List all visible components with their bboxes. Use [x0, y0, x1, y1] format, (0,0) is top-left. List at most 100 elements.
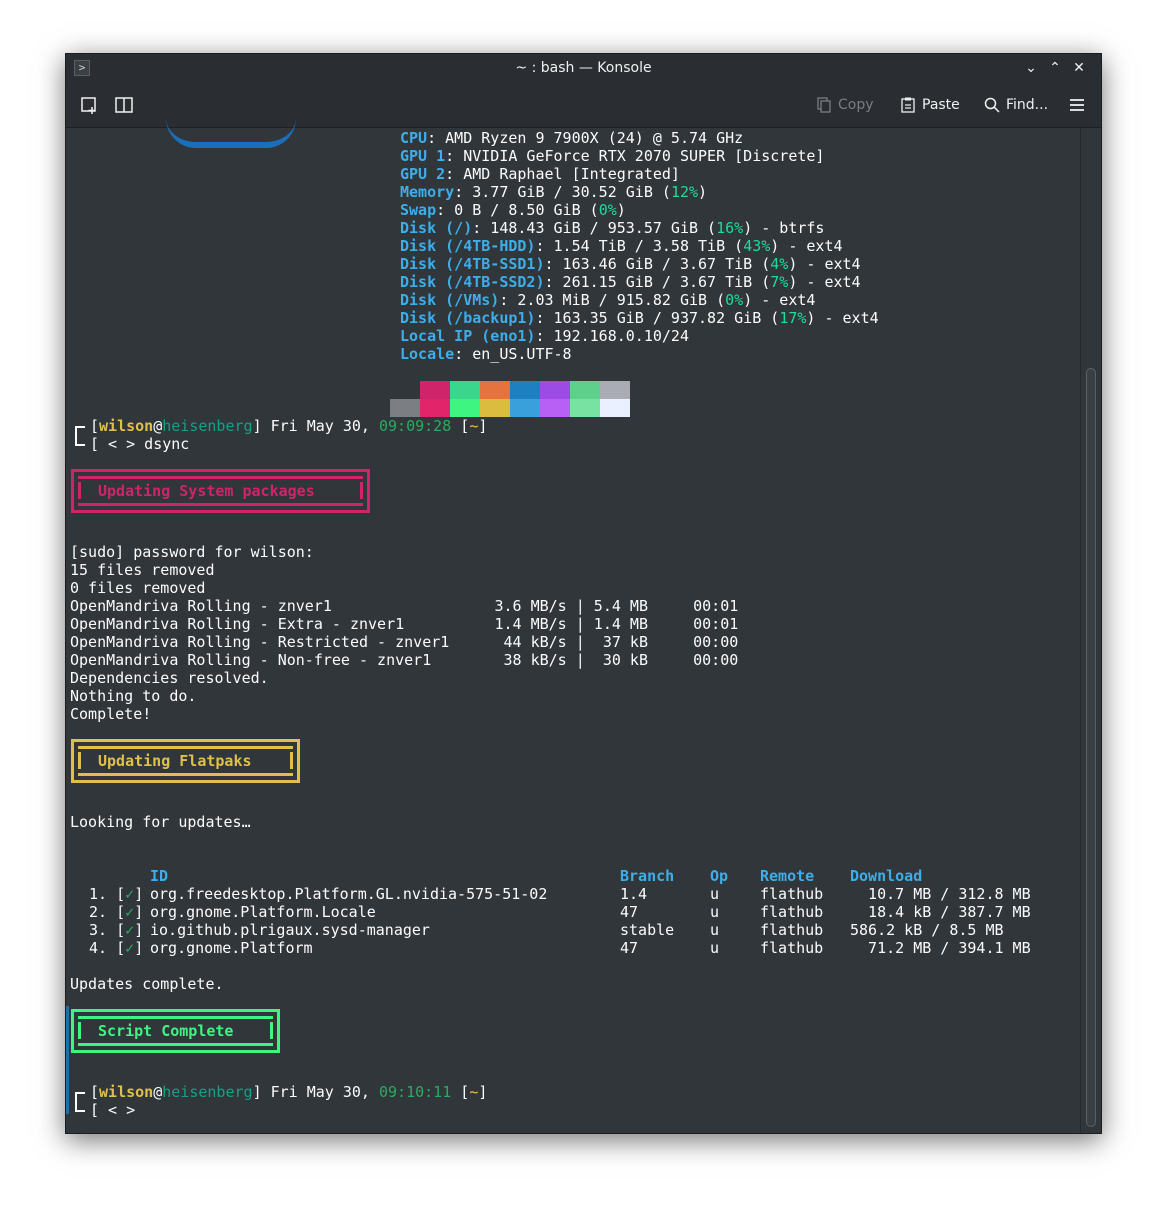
palette-swatch — [390, 381, 420, 399]
banner-script-complete: Script Complete — [71, 1009, 280, 1053]
palette-swatch — [480, 399, 510, 417]
check-icon: ✓ — [125, 921, 135, 939]
flatpak-cell-remote: flathub — [760, 921, 824, 939]
info-gpu1: GPU 1: NVIDIA GeForce RTX 2070 SUPER [Di… — [400, 147, 825, 165]
scrollbar-thumb[interactable] — [1086, 368, 1096, 1127]
output-line: 15 files removed — [70, 561, 215, 579]
flatpak-cell-remote: flathub — [760, 903, 824, 921]
palette-swatch — [420, 381, 450, 399]
output-line: 0 files removed — [70, 579, 206, 597]
palette-swatch — [540, 381, 570, 399]
flatpak-cell-remote: flathub — [760, 939, 824, 957]
output-line: OpenMandriva Rolling - Restricted - znve… — [70, 633, 739, 651]
col-remote: Remote — [760, 867, 815, 885]
flatpak-cell-branch: 1.4 — [620, 885, 648, 903]
minimize-button[interactable]: ⌄ — [1021, 58, 1041, 78]
distro-logo — [166, 118, 296, 148]
info-swap: Swap: 0 B / 8.50 GiB (0%) — [400, 201, 626, 219]
output-line: Dependencies resolved. — [70, 669, 269, 687]
info-disk-vms: Disk (/VMs): 2.03 MiB / 915.82 GiB (0%) … — [400, 291, 816, 309]
palette-swatch — [600, 399, 630, 417]
banner-flatpaks: Updating Flatpaks — [71, 739, 300, 783]
info-disk-backup: Disk (/backup1): 163.35 GiB / 937.82 GiB… — [400, 309, 879, 327]
selection-marker — [66, 1006, 69, 1114]
output-line: OpenMandriva Rolling - Non-free - znver1… — [70, 651, 739, 669]
flatpak-row-index: 3. [✓] — [80, 921, 144, 939]
col-download: Download — [850, 867, 923, 885]
flatpak-cell-id: org.freedesktop.Platform.GL.nvidia-575-5… — [150, 885, 548, 903]
info-disk-ssd2: Disk (/4TB-SSD2): 261.15 GiB / 3.67 TiB … — [400, 273, 861, 291]
palette-swatch — [510, 381, 540, 399]
copy-label: Copy — [838, 97, 874, 113]
flatpak-cell-id: org.gnome.Platform.Locale — [150, 903, 376, 921]
info-disk-root: Disk (/): 148.43 GiB / 953.57 GiB (16%) … — [400, 219, 825, 237]
palette-swatch — [570, 399, 600, 417]
info-disk-ssd1: Disk (/4TB-SSD1): 163.46 GiB / 3.67 TiB … — [400, 255, 861, 273]
palette-swatch — [450, 399, 480, 417]
prompt-bracket-lower — [75, 426, 85, 446]
hamburger-menu-icon — [1070, 99, 1084, 111]
palette-swatch — [570, 381, 600, 399]
command-line-1: [ < > dsync — [90, 435, 190, 453]
copy-button[interactable]: Copy — [816, 94, 874, 116]
updates-complete: Updates complete. — [70, 975, 224, 993]
search-icon — [984, 97, 1000, 113]
info-memory: Memory: 3.77 GiB / 30.52 GiB (12%) — [400, 183, 708, 201]
palette-swatch — [600, 381, 630, 399]
flatpak-row-index: 1. [✓] — [80, 885, 144, 903]
palette-swatch — [420, 399, 450, 417]
flatpak-row-index: 2. [✓] — [80, 903, 144, 921]
info-gpu2: GPU 2: AMD Raphael [Integrated] — [400, 165, 680, 183]
split-view-button[interactable] — [114, 94, 134, 116]
info-disk-hdd: Disk (/4TB-HDD): 1.54 TiB / 3.58 TiB (43… — [400, 237, 843, 255]
window-title: ~ : bash — Konsole — [515, 60, 652, 76]
command-line-2[interactable]: [ < > — [90, 1101, 135, 1119]
find-button[interactable]: Find... — [984, 94, 1048, 116]
title-bar[interactable]: > ~ : bash — Konsole ⌄ ⌃ ✕ — [66, 54, 1101, 83]
flatpak-cell-branch: 47 — [620, 939, 639, 957]
info-locale: Locale: en_US.UTF-8 — [400, 345, 572, 363]
palette-swatch — [510, 399, 540, 417]
palette-swatch — [390, 399, 420, 417]
flatpak-cell-op: u — [710, 939, 720, 957]
split-view-icon — [115, 97, 133, 113]
col-id: ID — [150, 867, 169, 885]
flatpak-cell-download: 18.4 kB / 387.7 MB — [850, 903, 1031, 921]
flatpak-cell-download: 586.2 kB / 8.5 MB — [850, 921, 1004, 939]
flatpak-cell-op: u — [710, 921, 720, 939]
flatpak-cell-op: u — [710, 903, 720, 921]
prompt-bracket-2-lower — [75, 1092, 85, 1112]
palette-swatch — [450, 381, 480, 399]
terminal-output[interactable]: CPU: AMD Ryzen 9 7900X (24) @ 5.74 GHz G… — [66, 128, 1081, 1133]
flatpak-cell-download: 10.7 MB / 312.8 MB — [850, 885, 1031, 903]
banner-complete-label: Script Complete — [98, 1022, 234, 1040]
palette-swatch — [540, 399, 570, 417]
prompt-line-2: [wilson@heisenberg] Fri May 30, 09:10:11… — [90, 1083, 488, 1101]
menu-button[interactable] — [1068, 94, 1086, 116]
output-line: Nothing to do. — [70, 687, 197, 705]
check-icon: ✓ — [125, 903, 135, 921]
flatpak-row-index: 4. [✓] — [80, 939, 144, 957]
find-label: Find... — [1006, 97, 1049, 113]
new-tab-icon — [81, 97, 96, 114]
new-tab-button[interactable] — [80, 94, 100, 116]
looking-for-updates: Looking for updates… — [70, 813, 251, 831]
paste-label: Paste — [922, 97, 960, 113]
maximize-button[interactable]: ⌃ — [1045, 58, 1065, 78]
flatpak-cell-download: 71.2 MB / 394.1 MB — [850, 939, 1031, 957]
flatpak-cell-branch: stable — [620, 921, 675, 939]
copy-icon — [817, 97, 831, 113]
info-cpu: CPU: AMD Ryzen 9 7900X (24) @ 5.74 GHz — [400, 129, 744, 147]
prompt-line-1: [wilson@heisenberg] Fri May 30, 09:09:28… — [90, 417, 488, 435]
banner-system-packages: Updating System packages — [71, 469, 370, 513]
output-line: OpenMandriva Rolling - Extra - znver1 1.… — [70, 615, 739, 633]
banner-flatpaks-label: Updating Flatpaks — [98, 752, 252, 770]
check-icon: ✓ — [125, 885, 135, 903]
close-button[interactable]: ✕ — [1069, 58, 1089, 78]
scrollbar[interactable] — [1080, 128, 1101, 1133]
paste-button[interactable]: Paste — [900, 94, 960, 116]
check-icon: ✓ — [125, 939, 135, 957]
palette-swatch — [480, 381, 510, 399]
flatpak-cell-id: org.gnome.Platform — [150, 939, 313, 957]
col-branch: Branch — [620, 867, 675, 885]
